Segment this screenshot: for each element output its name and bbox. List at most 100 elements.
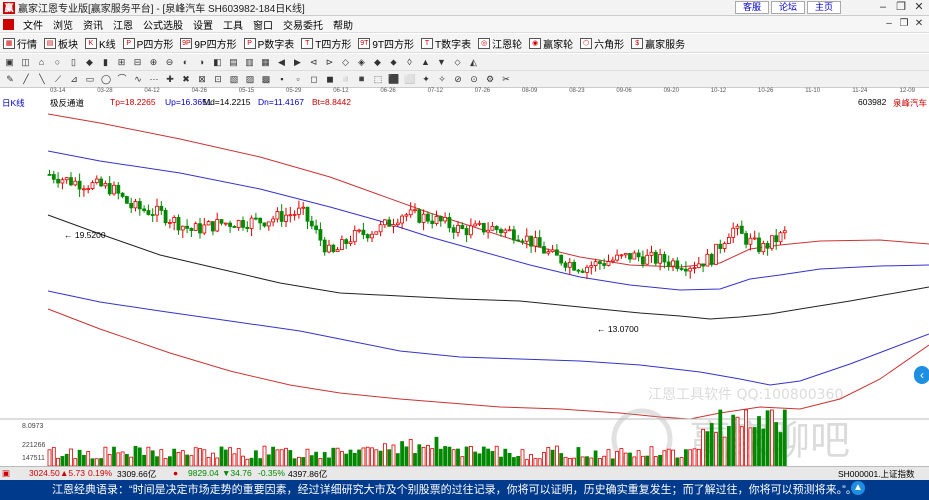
tool-t-square[interactable]: T T四方形 <box>301 36 351 51</box>
toolbar-icon[interactable]: ✚ <box>164 74 176 85</box>
toolbar-icon[interactable]: ✎ <box>4 74 16 85</box>
tool-quotes[interactable]: ▦ 行情 <box>3 36 37 51</box>
link-home[interactable]: 主页 <box>807 1 841 14</box>
toolbar-icon[interactable]: ◇ <box>340 57 351 68</box>
toolbar-icon[interactable]: ▦ <box>260 57 271 68</box>
toolbar-icon[interactable]: ◆ <box>84 57 95 68</box>
toolbar-icon[interactable]: ▪ <box>276 74 288 85</box>
tool-sectors[interactable]: ▤ 板块 <box>44 36 78 51</box>
toolbar-icon[interactable]: ⊳ <box>324 57 335 68</box>
toolbar-icon[interactable]: ▧ <box>228 74 240 85</box>
toolbar-icon[interactable]: ◊ <box>404 57 415 68</box>
toolbar-icon[interactable]: ⬛ <box>388 74 400 85</box>
restore-icon[interactable]: ❐ <box>893 1 909 14</box>
toolbar-icon[interactable]: ⬜ <box>404 74 416 85</box>
toolbar-icon[interactable]: ⊿ <box>68 74 80 85</box>
toolbar-icon[interactable]: ▫ <box>292 74 304 85</box>
toolbar-icon[interactable]: ▩ <box>260 74 272 85</box>
menu-trade[interactable]: 交易委托 <box>278 17 328 32</box>
toolbar-icon[interactable]: ⚙ <box>484 74 496 85</box>
menu-browse[interactable]: 浏览 <box>48 17 78 32</box>
tool-p-table[interactable]: P P数字表 <box>243 36 294 51</box>
menu-file[interactable]: 文件 <box>18 17 48 32</box>
toolbar-icon[interactable]: ⊙ <box>468 74 480 85</box>
toolbar-icon[interactable]: ◼ <box>324 74 336 85</box>
toolbar-icon[interactable]: ▶ <box>292 57 303 68</box>
toolbar-icon[interactable]: ✦ <box>420 74 432 85</box>
toolbar-icon[interactable]: ◑ <box>196 57 207 68</box>
tool-winner-wheel[interactable]: ◉ 赢家轮 <box>529 36 573 51</box>
toolbar-icon[interactable]: ◯ <box>100 74 112 85</box>
toolbar-icon[interactable]: ▮ <box>100 57 111 68</box>
child-minimize-icon[interactable]: – <box>883 18 895 30</box>
toolbar-icon[interactable]: ◫ <box>20 57 31 68</box>
toolbar-icon[interactable]: ⊕ <box>148 57 159 68</box>
toolbar-icon[interactable]: ⊟ <box>132 57 143 68</box>
toolbar-icon[interactable]: ⊡ <box>212 74 224 85</box>
toolbar-icon[interactable]: ◻ <box>308 74 320 85</box>
toolbar-icon[interactable]: ⊠ <box>196 74 208 85</box>
link-kefu[interactable]: 客服 <box>735 1 769 14</box>
minimize-icon[interactable]: – <box>875 1 891 14</box>
toolbar-icon[interactable]: ⬥ <box>388 57 399 68</box>
chart-area[interactable]: 03-14 03-28 04-12 04-26 05-15 05-29 06-12 06-26… <box>0 88 929 466</box>
toolbar-icon[interactable]: ⌒ <box>116 74 128 85</box>
toolbar-icon[interactable]: ✂ <box>500 74 512 85</box>
toolbar-icon[interactable]: ◐ <box>180 57 191 68</box>
menu-window[interactable]: 窗口 <box>248 17 278 32</box>
toolbar-icon[interactable]: ∿ <box>132 74 144 85</box>
toolbar-icon[interactable]: ◆ <box>372 57 383 68</box>
scroll-right-icon[interactable]: ‹ <box>914 366 929 384</box>
toolbar-icon[interactable]: ╲ <box>36 74 48 85</box>
tool-t-table[interactable]: T T数字表 <box>421 36 471 51</box>
tool-hexagon[interactable]: ⬡ 六角形 <box>580 36 624 51</box>
toolbar-icon[interactable]: ▯ <box>68 57 79 68</box>
close-icon[interactable]: ✕ <box>911 1 927 14</box>
toolbar-icon[interactable]: ▣ <box>4 57 15 68</box>
menu-tools[interactable]: 工具 <box>218 17 248 32</box>
toolbar-icon[interactable]: ◾ <box>356 74 368 85</box>
candle-body <box>262 222 267 227</box>
toolbar-icon[interactable]: ⊘ <box>452 74 464 85</box>
quote-scroll-icon[interactable]: ▲ <box>851 481 865 495</box>
toolbar-icon[interactable]: ✖ <box>180 74 192 85</box>
child-close-icon[interactable]: ✕ <box>913 18 925 30</box>
toolbar-icon[interactable]: ⊲ <box>308 57 319 68</box>
toolbar-icon[interactable]: ✧ <box>436 74 448 85</box>
tool-kline[interactable]: K K线 <box>85 36 116 51</box>
toolbar-icon[interactable]: ◽ <box>340 74 352 85</box>
toolbar-icon[interactable]: ▥ <box>244 57 255 68</box>
toolbar-icon[interactable]: ⟋ <box>52 74 64 85</box>
toolbar-icon[interactable]: ▭ <box>84 74 96 85</box>
tool-service[interactable]: $ 赢家服务 <box>631 36 685 51</box>
tool-9p-square[interactable]: 9P 9P四方形 <box>180 36 237 51</box>
volume-bar <box>438 448 443 466</box>
toolbar-icon[interactable]: ⬚ <box>372 74 384 85</box>
toolbar-icon[interactable]: ▲ <box>420 57 431 68</box>
toolbar-icon[interactable]: ◧ <box>212 57 223 68</box>
toolbar-icon[interactable]: ▨ <box>244 74 256 85</box>
tool-p-square[interactable]: P P四方形 <box>122 36 173 51</box>
toolbar-icon[interactable]: ⋯ <box>148 74 160 85</box>
toolbar-icon[interactable]: ◭ <box>468 57 479 68</box>
toolbar-icon[interactable]: ▼ <box>436 57 447 68</box>
toolbar-icon[interactable]: ⊖ <box>164 57 175 68</box>
toolbar-icon[interactable]: ⌂ <box>36 57 47 68</box>
menu-formula[interactable]: 公式选股 <box>138 17 188 32</box>
toolbar-icon[interactable]: ◈ <box>356 57 367 68</box>
menu-help[interactable]: 帮助 <box>328 17 358 32</box>
toolbar-icon[interactable]: ╱ <box>20 74 32 85</box>
tool-gann-wheel[interactable]: ◎ 江恩轮 <box>478 36 522 51</box>
menu-settings[interactable]: 设置 <box>188 17 218 32</box>
toolbar-icon[interactable]: ▤ <box>228 57 239 68</box>
toolbar-icon[interactable]: ◀ <box>276 57 287 68</box>
child-restore-icon[interactable]: ❐ <box>898 18 910 30</box>
toolbar-icon[interactable]: ○ <box>52 57 63 68</box>
menu-gann[interactable]: 江恩 <box>108 17 138 32</box>
menu-news[interactable]: 资讯 <box>78 17 108 32</box>
toolbar-icon[interactable]: ⊞ <box>116 57 127 68</box>
toolbar-icon[interactable]: ⬦ <box>452 57 463 68</box>
tool-9t-square[interactable]: 9T 9T四方形 <box>358 36 414 51</box>
volume-tick: 221266 <box>22 442 45 449</box>
link-forum[interactable]: 论坛 <box>771 1 805 14</box>
